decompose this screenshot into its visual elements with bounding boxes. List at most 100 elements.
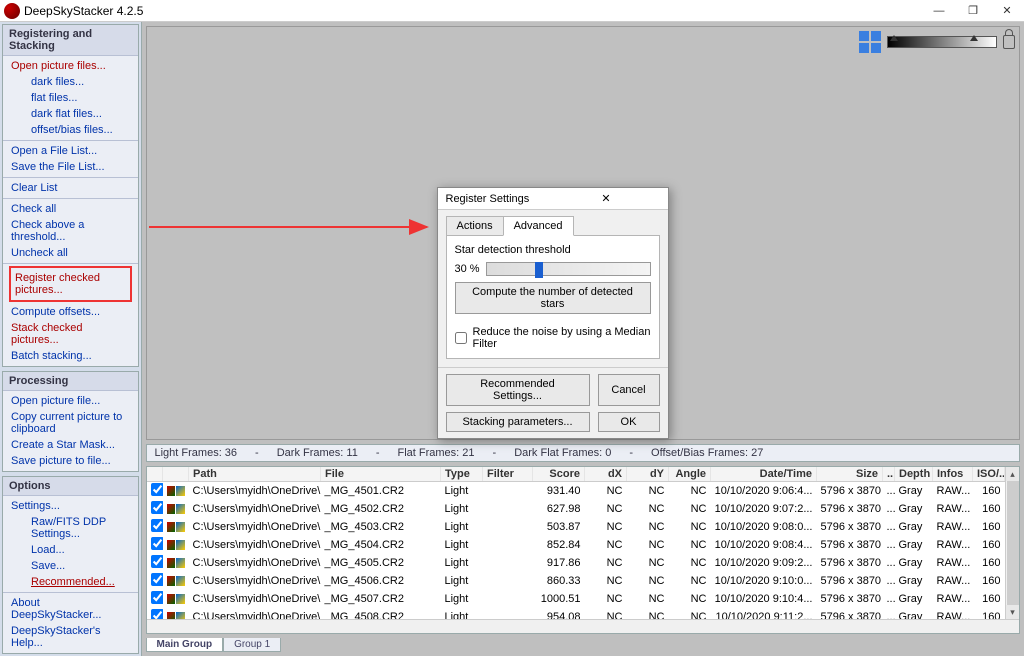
titlebar: DeepSkyStacker 4.2.5 — ❐ ✕ [0,0,1024,22]
maximize-button[interactable]: ❐ [956,0,990,22]
clear-list[interactable]: Clear List [3,180,138,196]
row-checkbox[interactable] [151,519,163,532]
panel-registering: Registering and Stacking Open picture fi… [2,24,139,367]
table-row[interactable]: C:\Users\myidh\OneDrive\Pictures\A..._MG… [147,572,1005,590]
col-size[interactable]: Size [817,467,883,482]
load-settings[interactable]: Load... [3,542,138,558]
col-filter[interactable]: Filter [483,467,533,482]
table-row[interactable]: C:\Users\myidh\OneDrive\Pictures\A..._MG… [147,608,1005,619]
col-angle[interactable]: Angle [669,467,711,482]
row-checkbox[interactable] [151,609,163,619]
reduce-noise-checkbox[interactable] [455,332,467,344]
open-flat-files[interactable]: flat files... [3,90,138,106]
table-vertical-scrollbar[interactable]: ▴ ▾ [1005,467,1019,619]
row-checkbox[interactable] [151,483,163,496]
check-all[interactable]: Check all [3,201,138,217]
file-table[interactable]: Path File Type Filter Score dX dY Angle … [147,467,1006,619]
table-header-row: Path File Type Filter Score dX dY Angle … [147,467,1005,482]
grid-view-icon[interactable] [859,31,881,53]
cell-filter [483,554,533,572]
threshold-slider-thumb[interactable] [535,262,543,278]
col-type[interactable]: Type [441,467,483,482]
help[interactable]: DeepSkyStacker's Help... [3,623,138,651]
panel-processing: Processing Open picture file... Copy cur… [2,371,139,472]
save-settings[interactable]: Save... [3,558,138,574]
row-checkbox[interactable] [151,537,163,550]
cell-angle: NC [669,536,711,554]
save-picture-to-file[interactable]: Save picture to file... [3,453,138,469]
compute-offsets[interactable]: Compute offsets... [3,304,138,320]
tab-advanced[interactable]: Advanced [503,216,574,236]
preview-toolbar [859,31,1015,53]
cell-angle: NC [669,554,711,572]
dialog-close-button[interactable]: ✕ [553,192,660,205]
tab-main-group[interactable]: Main Group [146,638,224,652]
open-picture-files[interactable]: Open picture files... [3,58,138,74]
save-file-list[interactable]: Save the File List... [3,159,138,175]
cell-type: Light [441,482,483,501]
about-deepskystacker[interactable]: About DeepSkyStacker... [3,595,138,623]
copy-to-clipboard[interactable]: Copy current picture to clipboard [3,409,138,437]
tab-actions[interactable]: Actions [446,216,504,236]
close-button[interactable]: ✕ [990,0,1024,22]
scroll-down-icon[interactable]: ▾ [1006,605,1019,619]
table-row[interactable]: C:\Users\myidh\OneDrive\Pictures\A..._MG… [147,536,1005,554]
tab-group-1[interactable]: Group 1 [223,638,281,652]
threshold-slider[interactable] [486,262,651,276]
cell-infos: RAW... [933,554,973,572]
col-dd[interactable]: .. [883,467,895,482]
recommended-settings[interactable]: Recommended... [3,574,138,590]
open-picture-file[interactable]: Open picture file... [3,393,138,409]
recommended-settings-button[interactable]: Recommended Settings... [446,374,590,406]
check-above-threshold[interactable]: Check above a threshold... [3,217,138,245]
stack-checked-pictures[interactable]: Stack checked pictures... [3,320,138,348]
col-dy[interactable]: dY [627,467,669,482]
cell-iso: 160 [973,608,1005,619]
col-datetime[interactable]: Date/Time [711,467,817,482]
settings[interactable]: Settings... [3,498,138,514]
raw-fits-ddp-settings[interactable]: Raw/FITS DDP Settings... [3,514,138,542]
table-row[interactable]: C:\Users\myidh\OneDrive\Pictures\A..._MG… [147,500,1005,518]
col-iso[interactable]: ISO/... [973,467,1005,482]
open-file-list[interactable]: Open a File List... [3,143,138,159]
col-dx[interactable]: dX [585,467,627,482]
cell-infos: RAW... [933,608,973,619]
cell-filter [483,572,533,590]
table-row[interactable]: C:\Users\myidh\OneDrive\Pictures\A..._MG… [147,482,1005,501]
row-checkbox[interactable] [151,591,163,604]
stacking-parameters-button[interactable]: Stacking parameters... [446,412,590,432]
row-checkbox[interactable] [151,501,163,514]
cell-size: 5796 x 3870 [817,608,883,619]
open-offset-bias-files[interactable]: offset/bias files... [3,122,138,138]
minimize-button[interactable]: — [922,0,956,22]
table-row[interactable]: C:\Users\myidh\OneDrive\Pictures\A..._MG… [147,590,1005,608]
table-row[interactable]: C:\Users\myidh\OneDrive\Pictures\A..._MG… [147,554,1005,572]
scroll-thumb[interactable] [1007,481,1019,605]
scroll-up-icon[interactable]: ▴ [1006,467,1019,481]
col-score[interactable]: Score [533,467,585,482]
compute-stars-button[interactable]: Compute the number of detected stars [455,282,651,314]
row-checkbox[interactable] [151,555,163,568]
create-star-mask[interactable]: Create a Star Mask... [3,437,138,453]
table-horizontal-scrollbar[interactable] [147,619,1020,633]
open-dark-files[interactable]: dark files... [3,74,138,90]
open-dark-flat-files[interactable]: dark flat files... [3,106,138,122]
cancel-button[interactable]: Cancel [598,374,660,406]
gradient-tick-left[interactable] [890,35,898,41]
col-path[interactable]: Path [189,467,321,482]
lock-icon[interactable] [1003,35,1015,49]
gradient-tick-right[interactable] [970,35,978,41]
register-checked-pictures[interactable]: Register checked pictures... [13,270,128,298]
uncheck-all[interactable]: Uncheck all [3,245,138,261]
col-depth[interactable]: Depth [895,467,933,482]
col-file[interactable]: File [321,467,441,482]
row-checkbox[interactable] [151,573,163,586]
panel-header-registering: Registering and Stacking [3,25,138,56]
row-type-icon [167,594,185,604]
table-row[interactable]: C:\Users\myidh\OneDrive\Pictures\A..._MG… [147,518,1005,536]
ok-button[interactable]: OK [598,412,660,432]
cell-datetime: 10/10/2020 9:08:0... [711,518,817,536]
batch-stacking[interactable]: Batch stacking... [3,348,138,364]
col-infos[interactable]: Infos [933,467,973,482]
brightness-gradient-slider[interactable] [887,36,997,48]
